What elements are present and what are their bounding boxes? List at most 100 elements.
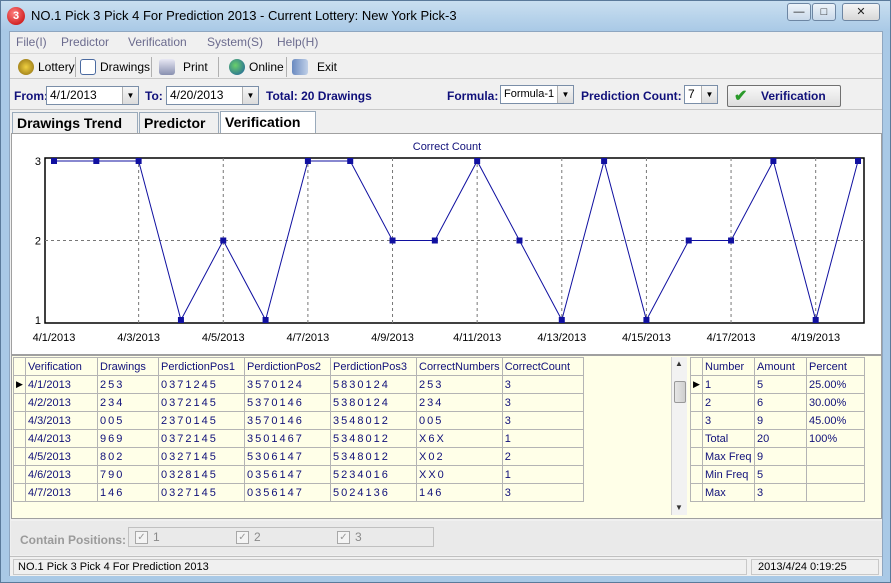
to-date-picker[interactable]: 4/20/2013 ▼ (166, 86, 259, 105)
stats-cell[interactable]: 5 (754, 465, 807, 484)
stats-row[interactable]: ▶ 1 5 25.00% (690, 375, 865, 394)
table-cell[interactable]: 234 (416, 393, 503, 412)
table-row[interactable]: 4/4/2013 969 0372145 3501467 5348012 X6X 1 (13, 429, 584, 448)
stats-row[interactable]: Max 3 (690, 483, 865, 502)
stats-row[interactable]: Total 20 100% (690, 429, 865, 448)
table-row[interactable]: 4/3/2013 005 2370145 3570146 3548012 005 3 (13, 411, 584, 430)
table-cell[interactable]: 005 (97, 411, 159, 430)
stats-cell[interactable]: 20 (754, 429, 807, 448)
table-cell[interactable]: 0356147 (244, 483, 331, 502)
table-cell[interactable]: 234 (97, 393, 159, 412)
stats-cell[interactable]: 45.00% (806, 411, 865, 430)
stats-cell[interactable]: 100% (806, 429, 865, 448)
table-row[interactable]: 4/5/2013 802 0327145 5306147 5348012 X02 2 (13, 447, 584, 466)
table-cell[interactable]: 3 (501, 375, 584, 394)
table-cell[interactable]: 4/6/2013 (25, 465, 98, 484)
column-header[interactable]: PerdictionPos1 (158, 357, 245, 376)
table-cell[interactable]: 3 (501, 411, 584, 430)
position-checkbox-2[interactable]: ✓ 2 (236, 530, 261, 544)
menu-file[interactable]: File(I) (16, 35, 47, 49)
row-selector[interactable] (690, 411, 703, 430)
stats-cell[interactable]: 3 (754, 483, 807, 502)
table-cell[interactable]: 969 (97, 429, 159, 448)
scroll-down-icon[interactable]: ▼ (675, 503, 683, 512)
chevron-down-icon[interactable]: ▼ (242, 87, 258, 104)
table-cell[interactable]: 146 (97, 483, 159, 502)
stats-cell[interactable] (806, 447, 865, 466)
chevron-down-icon[interactable]: ▼ (701, 86, 717, 103)
row-selector[interactable] (13, 429, 26, 448)
statistics-table[interactable]: Number Amount Percent ▶ 1 5 25.00% 2 6 30.00% 3… (690, 357, 865, 502)
column-header[interactable]: PerdictionPos3 (330, 357, 417, 376)
table-cell[interactable]: 1 (501, 465, 584, 484)
row-selector[interactable] (13, 393, 26, 412)
table-row[interactable]: 4/2/2013 234 0372145 5370146 5380124 234 3 (13, 393, 584, 412)
row-selector[interactable] (13, 483, 26, 502)
stats-cell[interactable]: 5 (754, 375, 807, 394)
row-selector[interactable] (690, 429, 703, 448)
table-cell[interactable]: 0372145 (158, 429, 245, 448)
scroll-thumb[interactable] (674, 381, 686, 403)
print-button[interactable]: Print (159, 58, 208, 76)
row-selector[interactable] (13, 465, 26, 484)
column-header[interactable]: CorrectCount (501, 357, 584, 376)
table-cell[interactable]: 5024136 (330, 483, 417, 502)
table-cell[interactable]: 1 (501, 429, 584, 448)
table-cell[interactable]: 0327145 (158, 483, 245, 502)
chevron-down-icon[interactable]: ▼ (122, 87, 138, 104)
exit-button[interactable]: Exit (292, 58, 337, 76)
table-cell[interactable]: 3 (501, 483, 584, 502)
table-cell[interactable]: 2 (501, 447, 584, 466)
column-header[interactable]: CorrectNumbers (416, 357, 503, 376)
stats-cell[interactable]: 2 (702, 393, 755, 412)
stats-cell[interactable]: 6 (754, 393, 807, 412)
stats-cell[interactable]: 9 (754, 447, 807, 466)
title-bar[interactable]: 3 NO.1 Pick 3 Pick 4 For Prediction 2013… (1, 1, 890, 31)
table-cell[interactable]: 4/3/2013 (25, 411, 98, 430)
table-row[interactable]: ▶ 4/1/2013 253 0371245 3570124 5830124 253 3 (13, 375, 584, 394)
online-button[interactable]: Online (229, 58, 284, 76)
table-cell[interactable]: 5380124 (330, 393, 417, 412)
stats-row[interactable]: 3 9 45.00% (690, 411, 865, 430)
table-cell[interactable]: 4/5/2013 (25, 447, 98, 466)
stats-cell[interactable]: Total (702, 429, 755, 448)
row-selector[interactable]: ▶ (13, 375, 26, 394)
close-button[interactable]: ✕ (842, 3, 880, 21)
table-cell[interactable]: 0327145 (158, 447, 245, 466)
verification-button[interactable]: ✔ Verification (727, 85, 841, 107)
menu-system[interactable]: System(S) (207, 35, 263, 49)
table-cell[interactable]: 0356147 (244, 465, 331, 484)
table-cell[interactable]: 3570146 (244, 411, 331, 430)
position-checkbox-1[interactable]: ✓ 1 (135, 530, 160, 544)
column-header[interactable]: Verification (25, 357, 98, 376)
table-cell[interactable]: 0372145 (158, 393, 245, 412)
drawings-button[interactable]: Drawings (80, 58, 150, 76)
chevron-down-icon[interactable]: ▼ (557, 86, 573, 103)
table-cell[interactable]: 790 (97, 465, 159, 484)
table-cell[interactable]: 4/2/2013 (25, 393, 98, 412)
row-selector[interactable] (13, 447, 26, 466)
stats-cell[interactable]: Max Freq (702, 447, 755, 466)
from-date-picker[interactable]: 4/1/2013 ▼ (46, 86, 139, 105)
row-selector[interactable] (690, 447, 703, 466)
lottery-button[interactable]: Lottery (18, 58, 75, 76)
tab-drawings-trend[interactable]: Drawings Trend (12, 112, 138, 133)
tab-predictor[interactable]: Predictor (139, 112, 219, 133)
position-checkbox-3[interactable]: ✓ 3 (337, 530, 362, 544)
formula-select[interactable]: Formula-1 ▼ (500, 85, 574, 104)
scroll-up-icon[interactable]: ▲ (675, 359, 683, 368)
table-cell[interactable]: XX0 (416, 465, 503, 484)
stats-cell[interactable] (806, 465, 865, 484)
stats-cell[interactable]: 9 (754, 411, 807, 430)
row-selector[interactable] (690, 465, 703, 484)
table-cell[interactable]: X02 (416, 447, 503, 466)
column-header[interactable]: Amount (754, 357, 807, 376)
table-row[interactable]: 4/7/2013 146 0327145 0356147 5024136 146 3 (13, 483, 584, 502)
tab-verification[interactable]: Verification (220, 111, 316, 133)
column-header[interactable]: Percent (806, 357, 865, 376)
stats-cell[interactable]: 30.00% (806, 393, 865, 412)
table-cell[interactable]: 0328145 (158, 465, 245, 484)
stats-cell[interactable] (806, 483, 865, 502)
column-header[interactable]: Drawings (97, 357, 159, 376)
verification-table[interactable]: Verification Drawings PerdictionPos1 Per… (13, 357, 584, 502)
